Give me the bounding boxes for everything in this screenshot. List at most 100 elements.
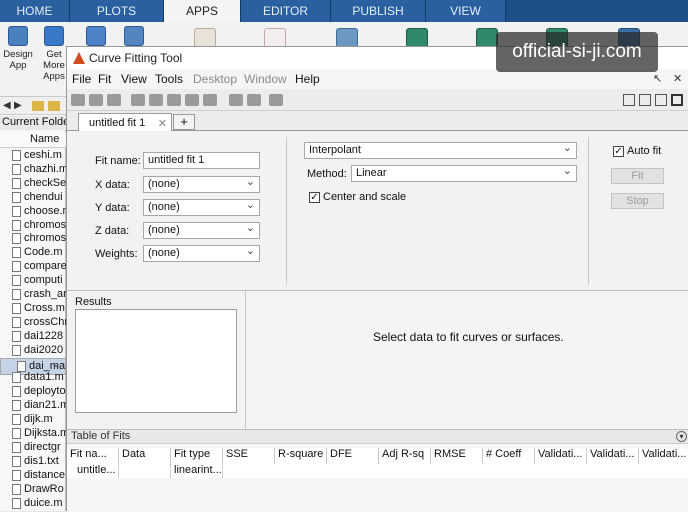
- layout-rows-icon[interactable]: [655, 94, 667, 106]
- column-header-validation-1[interactable]: Validati...: [535, 448, 587, 464]
- table-row-remaining[interactable]: [223, 464, 688, 478]
- pid-tuner-app-icon[interactable]: [336, 28, 358, 48]
- zoom-in-icon[interactable]: [131, 94, 145, 106]
- collapse-icon[interactable]: ▾: [676, 431, 687, 442]
- tab-view[interactable]: VIEW: [426, 0, 506, 22]
- grid-icon[interactable]: [247, 94, 261, 106]
- folder-icon[interactable]: [32, 101, 44, 111]
- file-list-item[interactable]: DrawRo: [0, 483, 66, 497]
- weights-select[interactable]: (none): [143, 244, 260, 262]
- pan-icon[interactable]: [167, 94, 181, 106]
- undock-icon[interactable]: ↖: [653, 72, 662, 85]
- close-window-icon[interactable]: ✕: [673, 72, 682, 85]
- column-header-r-square[interactable]: R-square: [275, 448, 327, 464]
- file-list-item[interactable]: chromos: [0, 232, 66, 246]
- column-header-dfe[interactable]: DFE: [327, 448, 379, 464]
- y-data-select[interactable]: (none): [143, 198, 260, 216]
- column-header-data[interactable]: Data: [119, 448, 171, 464]
- column-header-validation-2[interactable]: Validati...: [587, 448, 639, 464]
- file-list-item[interactable]: checkSe: [0, 177, 66, 191]
- design-app-button[interactable]: Design App: [0, 26, 36, 71]
- method-select[interactable]: Linear: [351, 164, 577, 182]
- data-cursor-icon[interactable]: [185, 94, 199, 106]
- tab-untitled-fit-1[interactable]: untitled fit 1 ✕: [78, 113, 172, 132]
- back-icon[interactable]: ◀: [3, 100, 13, 111]
- x-data-select[interactable]: (none): [143, 175, 260, 193]
- column-header-adj-r-sq[interactable]: Adj R-sq: [379, 448, 431, 464]
- file-list-item[interactable]: chromos: [0, 219, 66, 233]
- file-list-item[interactable]: dijk.m: [0, 413, 66, 427]
- file-list-item[interactable]: computi: [0, 274, 66, 288]
- file-list-item[interactable]: deployto: [0, 385, 66, 399]
- fit-name-input[interactable]: untitled fit 1: [143, 152, 260, 169]
- file-list-item[interactable]: chazhi.m: [0, 163, 66, 177]
- zoom-out-icon[interactable]: [149, 94, 163, 106]
- column-header-fit-type[interactable]: Fit type: [171, 448, 223, 464]
- column-header-sse[interactable]: SSE: [223, 448, 275, 464]
- column-header-validation-3[interactable]: Validati...: [639, 448, 688, 464]
- menu-window[interactable]: Window: [244, 72, 287, 86]
- center-scale-checkbox[interactable]: ✓: [309, 192, 320, 203]
- file-list-item[interactable]: choose.m: [0, 205, 66, 219]
- tab-home[interactable]: HOME: [0, 0, 70, 22]
- tab-plots[interactable]: PLOTS: [70, 0, 164, 22]
- menu-file[interactable]: File: [72, 72, 91, 86]
- auto-fit-checkbox[interactable]: ✓: [613, 146, 624, 157]
- fit-button[interactable]: Fit: [611, 168, 664, 184]
- system-id-app-icon[interactable]: [406, 28, 428, 48]
- fit-type-select[interactable]: Interpolant: [304, 141, 577, 159]
- file-list-item[interactable]: Dijksta.m: [0, 427, 66, 441]
- z-data-select[interactable]: (none): [143, 221, 260, 239]
- legend-icon[interactable]: [229, 94, 243, 106]
- table-cell-fit-name[interactable]: untitle...: [67, 464, 119, 478]
- table-cell-fit-type[interactable]: linearint...: [171, 464, 223, 478]
- file-list-item[interactable]: distance: [0, 469, 66, 483]
- signal-analyzer-app-icon[interactable]: [476, 28, 498, 48]
- curve-fitting-app-icon[interactable]: [194, 28, 216, 48]
- file-list-item[interactable]: dai2020: [0, 344, 66, 358]
- stop-button[interactable]: Stop: [611, 193, 664, 209]
- browse-folder-icon[interactable]: [48, 101, 60, 111]
- file-list-item[interactable]: dis1.txt: [0, 455, 66, 469]
- table-cell-data[interactable]: [119, 464, 171, 478]
- axes-limits-icon[interactable]: [269, 94, 283, 106]
- add-tab-button[interactable]: +: [173, 114, 195, 130]
- layout-columns-icon[interactable]: [639, 94, 651, 106]
- menu-fit[interactable]: Fit: [98, 72, 111, 86]
- menu-desktop[interactable]: Desktop: [193, 72, 237, 86]
- file-list-item[interactable]: chendui: [0, 191, 66, 205]
- file-list-item[interactable]: directgr: [0, 441, 66, 455]
- file-list-item[interactable]: compare: [0, 260, 66, 274]
- file-list-item[interactable]: dian21.m: [0, 399, 66, 413]
- column-header-coeff[interactable]: # Coeff: [483, 448, 535, 464]
- exclude-outliers-icon[interactable]: [203, 94, 217, 106]
- tab-apps[interactable]: APPS: [164, 0, 241, 22]
- file-icon: [12, 150, 21, 161]
- close-tab-icon[interactable]: ✕: [158, 117, 167, 130]
- weights-label: Weights:: [95, 248, 138, 260]
- new-fit-icon[interactable]: [71, 94, 85, 106]
- file-list-item[interactable]: ceshi.m: [0, 149, 66, 163]
- file-list-item[interactable]: data1.m: [0, 371, 66, 385]
- file-list-item[interactable]: Code.m: [0, 246, 66, 260]
- file-list-item[interactable]: crash_ar: [0, 288, 66, 302]
- forward-icon[interactable]: ▶: [14, 100, 24, 111]
- column-header-fit-name[interactable]: Fit na...: [67, 448, 119, 464]
- file-list-item[interactable]: duice.m: [0, 497, 66, 511]
- menu-help[interactable]: Help: [295, 72, 320, 86]
- file-list-item[interactable]: crossChr: [0, 316, 66, 330]
- tab-publish[interactable]: PUBLISH: [331, 0, 426, 22]
- file-list-item[interactable]: Cross.m: [0, 302, 66, 316]
- tab-editor[interactable]: EDITOR: [241, 0, 331, 22]
- menu-tools[interactable]: Tools: [155, 72, 183, 86]
- name-column-header[interactable]: Name: [0, 132, 66, 148]
- file-list-item[interactable]: dai1228: [0, 330, 66, 344]
- column-header-rmse[interactable]: RMSE: [431, 448, 483, 464]
- menu-view[interactable]: View: [121, 72, 147, 86]
- optimization-app-icon[interactable]: [264, 28, 286, 48]
- file-name: compare: [24, 260, 66, 273]
- layout-grid-icon[interactable]: [623, 94, 635, 106]
- duplicate-fit-icon[interactable]: [89, 94, 103, 106]
- layout-single-icon[interactable]: [671, 94, 683, 106]
- delete-fit-icon[interactable]: [107, 94, 121, 106]
